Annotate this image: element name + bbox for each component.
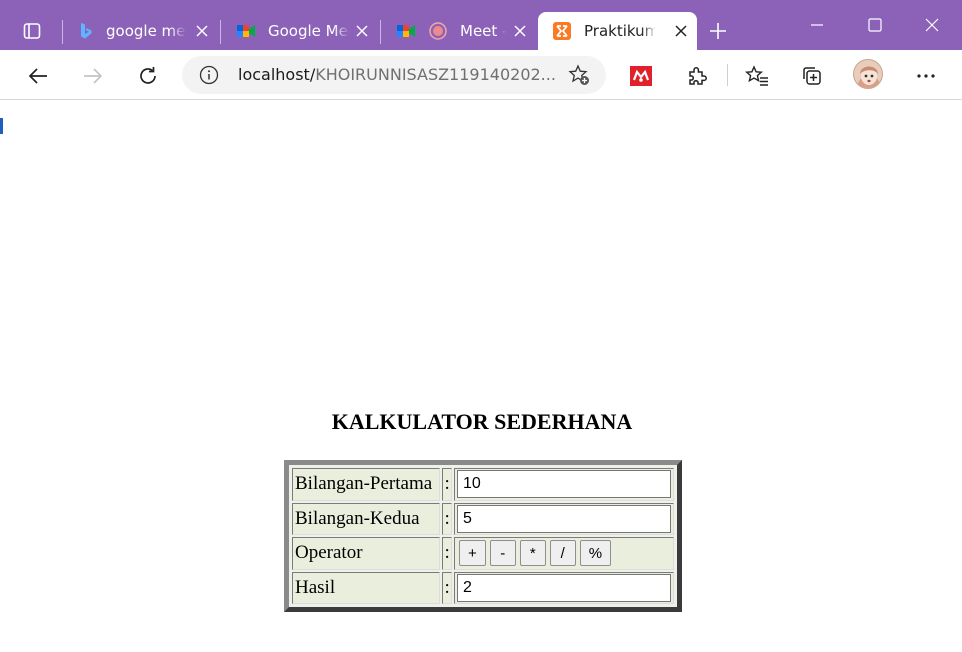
tab-close-button[interactable] — [675, 25, 687, 37]
page-edge-marker — [0, 118, 3, 134]
close-icon — [196, 25, 208, 37]
collections-icon — [803, 67, 821, 85]
close-icon — [356, 25, 368, 37]
info-icon — [199, 65, 219, 85]
colon: : — [442, 468, 452, 501]
tab-separator — [380, 20, 381, 44]
table-row: Operator : + - * /% — [292, 537, 674, 570]
close-icon — [514, 25, 526, 37]
forward-button[interactable] — [77, 60, 109, 92]
input-cell — [454, 502, 674, 535]
collections-button[interactable] — [796, 60, 828, 92]
settings-menu-button[interactable] — [910, 60, 942, 92]
colon: : — [442, 537, 452, 570]
xampp-icon — [553, 22, 571, 40]
operator-cell: + - * /% — [454, 537, 674, 570]
tab-close-button[interactable] — [356, 25, 368, 37]
ellipsis-icon — [917, 74, 935, 78]
google-meet-icon — [237, 25, 255, 37]
tab-meet-recording[interactable]: Meet - — [380, 12, 536, 50]
add-button[interactable]: + — [459, 540, 486, 567]
tab-close-button[interactable] — [196, 25, 208, 37]
tab-google-meet[interactable]: Google Meet — [220, 12, 378, 50]
new-tab-button[interactable] — [705, 18, 731, 44]
tab-actions-button[interactable] — [14, 12, 50, 50]
browser-toolbar: localhost/KHOIRUNNISASZ119140202... — [0, 50, 962, 100]
maximize-button[interactable] — [855, 10, 895, 40]
first-number-input[interactable] — [457, 470, 671, 499]
calculator-table: Bilangan-Pertama : Bilangan-Kedua : Oper… — [290, 466, 676, 606]
url-host: localhost/ — [238, 65, 316, 84]
address-bar[interactable]: localhost/KHOIRUNNISASZ119140202... — [182, 56, 606, 94]
tab-title: Google Meet — [268, 22, 350, 40]
tab-title: Praktikum PHP — [584, 22, 656, 40]
minimize-button[interactable] — [797, 10, 837, 40]
tab-separator — [62, 20, 63, 44]
address-url: localhost/KHOIRUNNISASZ119140202... — [238, 65, 556, 84]
extensions-button[interactable] — [681, 60, 713, 92]
result-input[interactable] — [457, 573, 671, 602]
field-label: Bilangan-Pertama — [292, 468, 441, 501]
recording-icon — [429, 22, 447, 40]
maximize-icon — [868, 18, 882, 32]
reload-button[interactable] — [132, 60, 164, 92]
tab-actions-icon — [23, 23, 41, 39]
field-label: Hasil — [292, 571, 441, 604]
input-cell — [454, 571, 674, 604]
input-cell — [454, 468, 674, 501]
bing-icon — [81, 23, 92, 39]
multiply-button[interactable]: * — [519, 540, 546, 567]
table-row: Bilangan-Kedua : — [292, 502, 674, 535]
tab-separator — [220, 20, 221, 44]
second-number-input[interactable] — [457, 504, 671, 533]
page-title: KALKULATOR SEDERHANA — [331, 409, 633, 434]
mendeley-icon — [630, 66, 652, 86]
field-label: Operator — [292, 537, 441, 570]
star-add-icon — [568, 64, 589, 85]
minimize-icon — [811, 24, 823, 26]
close-icon — [925, 18, 939, 32]
tab-google-meet-search[interactable]: google meet — [62, 12, 218, 50]
favorites-icon — [745, 65, 768, 86]
calculator-form: Bilangan-Pertama : Bilangan-Kedua : Oper… — [284, 460, 682, 612]
plus-icon — [710, 23, 726, 39]
toolbar-divider — [727, 64, 728, 86]
tab-title: google meet — [106, 22, 186, 40]
reload-icon — [140, 67, 156, 84]
puzzle-icon — [689, 67, 707, 85]
colon: : — [442, 571, 452, 604]
profile-avatar[interactable] — [853, 59, 883, 89]
field-label: Bilangan-Kedua — [292, 502, 441, 535]
url-path: KHOIRUNNISASZ119140202... — [315, 65, 556, 84]
subtract-button[interactable]: - — [489, 540, 516, 567]
divide-button[interactable]: / — [549, 540, 576, 567]
close-icon — [675, 25, 687, 37]
favorites-button[interactable] — [741, 60, 773, 92]
modulo-button[interactable]: % — [579, 540, 612, 567]
google-meet-icon — [397, 25, 415, 37]
colon: : — [442, 502, 452, 535]
tab-praktikum-active[interactable]: Praktikum PHP — [538, 12, 697, 50]
arrow-right-icon — [84, 68, 103, 84]
browser-tabstrip: google meet Google Meet — [0, 0, 962, 50]
site-info-button[interactable] — [199, 65, 219, 89]
table-row: Hasil : — [292, 571, 674, 604]
extension-mendeley-button[interactable] — [625, 60, 657, 92]
table-row: Bilangan-Pertama : — [292, 468, 674, 501]
back-button[interactable] — [22, 60, 54, 92]
tab-close-button[interactable] — [514, 25, 526, 37]
arrow-left-icon — [28, 68, 47, 84]
close-window-button[interactable] — [912, 10, 952, 40]
add-favorite-button[interactable] — [568, 64, 590, 90]
tab-title: Meet - — [460, 22, 506, 40]
